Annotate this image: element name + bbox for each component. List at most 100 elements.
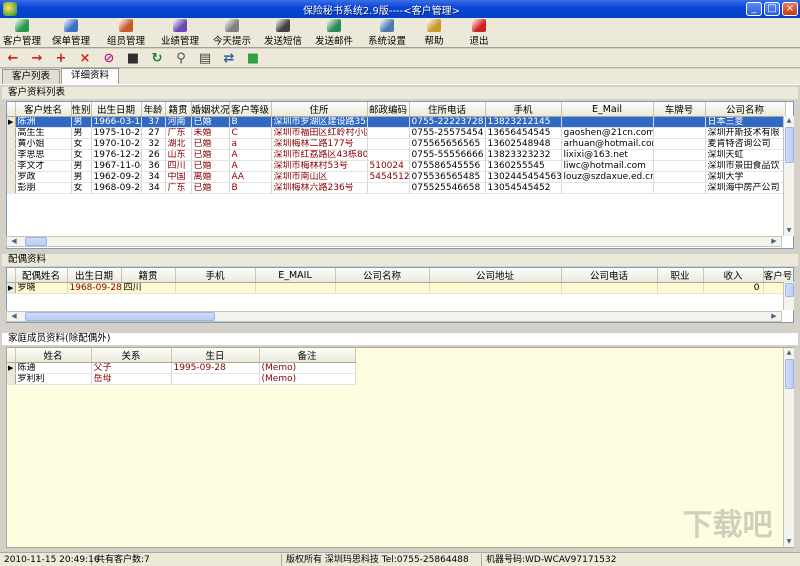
table-cell[interactable]: 深圳梅林二路177号 <box>271 138 368 150</box>
maximize-button[interactable]: □ <box>764 2 780 16</box>
column-header[interactable]: 客户等级 <box>229 102 272 117</box>
table-cell[interactable]: arhuan@hotmail.com <box>561 138 654 150</box>
scroll-down-icon[interactable]: ▼ <box>784 226 794 236</box>
column-header[interactable]: 住所电话 <box>409 102 486 117</box>
table-row[interactable]: 罗利利 岳母 (Memo) <box>7 373 356 385</box>
table-cell[interactable]: C <box>229 127 272 139</box>
table-cell[interactable]: AA <box>229 171 272 183</box>
table-cell[interactable]: 36 <box>141 160 166 172</box>
row-indicator[interactable] <box>7 373 16 385</box>
table-cell[interactable]: gaoshen@21cn.com <box>561 127 654 139</box>
table-cell[interactable] <box>653 149 706 161</box>
menu-item-4[interactable]: 今天提示 <box>206 18 258 48</box>
table-cell[interactable]: 37 <box>141 116 166 128</box>
table-cell[interactable]: 1968-09-28 <box>67 282 122 294</box>
table-cell[interactable]: 1975-10-22 <box>91 127 142 139</box>
table-cell[interactable]: (Memo) <box>259 362 356 374</box>
scroll-thumb[interactable] <box>785 283 794 297</box>
table-row[interactable]: ▶ 罗晓 1968-09-28 四川 0 <box>7 282 793 294</box>
table-cell[interactable]: 女 <box>71 182 92 194</box>
column-header[interactable]: 车牌号 <box>653 102 706 117</box>
column-header[interactable]: 性别 <box>71 102 92 117</box>
table-cell[interactable]: 四川 <box>121 282 176 294</box>
table-cell[interactable]: 1967-11-04 <box>91 160 142 172</box>
table-cell[interactable]: 32 <box>141 138 166 150</box>
table-row[interactable]: 李文才男 1967-11-04 36 四川 已婚 A 深圳市梅林村53号 510024 0755… <box>7 160 786 172</box>
table-cell[interactable]: 陈通 <box>15 362 92 374</box>
table-row[interactable]: 罗政男1962-09-2834中国离婚AA深圳市南山区5454512607553… <box>7 171 786 183</box>
table-cell[interactable]: 深圳市红荔路区43栋801 <box>271 149 368 161</box>
table-cell[interactable] <box>429 282 562 294</box>
table-cell[interactable] <box>367 116 410 128</box>
menu-item-5[interactable]: 发送短信 <box>258 18 308 48</box>
refresh-icon[interactable]: ↻ <box>148 50 166 66</box>
menu-item-6[interactable]: 发送邮件 <box>308 18 360 48</box>
column-header[interactable]: 出生日期 <box>67 268 122 283</box>
table-cell[interactable]: 1968-09-28 <box>91 182 142 194</box>
table-cell[interactable]: 13054545452 <box>485 182 562 194</box>
add-record-icon[interactable]: + <box>52 50 70 66</box>
table-cell[interactable] <box>367 138 410 150</box>
table-cell[interactable]: 已婚 <box>191 138 230 150</box>
scroll-thumb[interactable] <box>785 127 794 163</box>
minimize-button[interactable]: _ <box>746 2 762 16</box>
table-cell[interactable] <box>653 160 706 172</box>
table-cell[interactable]: 日本三菱 <box>705 116 786 128</box>
table-cell[interactable] <box>657 282 704 294</box>
table-cell[interactable] <box>171 373 260 385</box>
column-header[interactable]: 客户姓名 <box>15 102 72 117</box>
prev-record-icon[interactable]: ← <box>4 50 22 66</box>
column-header[interactable]: 配偶姓名 <box>15 268 68 283</box>
column-header[interactable]: 手机 <box>485 102 562 117</box>
row-indicator[interactable] <box>7 182 16 194</box>
column-header[interactable]: 公司地址 <box>429 268 562 283</box>
column-header[interactable]: 手机 <box>175 268 256 283</box>
spouse-vscroll[interactable] <box>783 282 794 310</box>
table-cell[interactable]: 罗利利 <box>15 373 92 385</box>
table-cell[interactable]: 075525546658 <box>409 182 486 194</box>
table-cell[interactable]: 1995-09-28 <box>171 362 260 374</box>
scroll-up-icon[interactable]: ▲ <box>784 348 794 358</box>
row-indicator[interactable] <box>7 138 16 150</box>
table-cell[interactable]: A <box>229 160 272 172</box>
table-row[interactable]: 李思思女 1976-12-26 26 山东 已婚 A 深圳市红荔路区43栋801 0755-5… <box>7 149 786 161</box>
table-cell[interactable]: 0755-25575454 <box>409 127 486 139</box>
table-cell[interactable]: 510024 <box>367 160 410 172</box>
table-cell[interactable] <box>255 282 336 294</box>
column-header[interactable]: 公司电话 <box>561 268 658 283</box>
table-cell[interactable]: 075536565485 <box>409 171 486 183</box>
table-cell[interactable]: 27 <box>141 127 166 139</box>
table-cell[interactable]: 四川 <box>165 160 192 172</box>
table-cell[interactable]: 深圳大学 <box>705 171 786 183</box>
table-cell[interactable]: 深圳市梅林村53号 <box>271 160 368 172</box>
table-cell[interactable]: 中国 <box>165 171 192 183</box>
table-cell[interactable]: 26 <box>141 149 166 161</box>
table-row[interactable]: 彭朋女 1968-09-28 34 广东 已婚 B 深圳梅林六路236号 0755255466… <box>7 182 786 194</box>
table-cell[interactable] <box>335 282 430 294</box>
table-cell[interactable]: 0755-22223728 <box>409 116 486 128</box>
table-cell[interactable]: 黄小姐 <box>15 138 72 150</box>
table-cell[interactable]: 父子 <box>91 362 172 374</box>
table-cell[interactable] <box>367 182 410 194</box>
table-cell[interactable] <box>367 149 410 161</box>
table-cell[interactable]: 未婚 <box>191 127 230 139</box>
table-cell[interactable]: 李文才 <box>15 160 72 172</box>
menu-item-2[interactable]: 组员管理 <box>98 18 154 48</box>
row-indicator[interactable] <box>7 171 16 183</box>
table-cell[interactable]: 罗晓 <box>15 282 68 294</box>
table-cell[interactable]: (Memo) <box>259 373 356 385</box>
table-cell[interactable]: 深圳市南山区 <box>271 171 368 183</box>
table-row[interactable]: 高生生男 1975-10-22 27 广东 未婚 C 深圳市福田区红岭村小区 0755-255… <box>7 127 786 139</box>
table-cell[interactable] <box>653 138 706 150</box>
table-cell[interactable]: 已婚 <box>191 160 230 172</box>
customer-vscroll[interactable]: ▲ ▼ <box>783 116 794 236</box>
table-cell[interactable]: liwc@hotmail.com <box>561 160 654 172</box>
table-cell[interactable]: 34 <box>141 171 166 183</box>
menu-item-0[interactable]: 客户管理 <box>0 18 44 48</box>
column-header[interactable]: 籍贯 <box>165 102 192 117</box>
table-cell[interactable]: 女 <box>71 138 92 150</box>
table-cell[interactable] <box>175 282 256 294</box>
column-header[interactable]: 年龄 <box>141 102 166 117</box>
table-cell[interactable]: 离婚 <box>191 171 230 183</box>
table-cell[interactable]: 男 <box>71 171 92 183</box>
